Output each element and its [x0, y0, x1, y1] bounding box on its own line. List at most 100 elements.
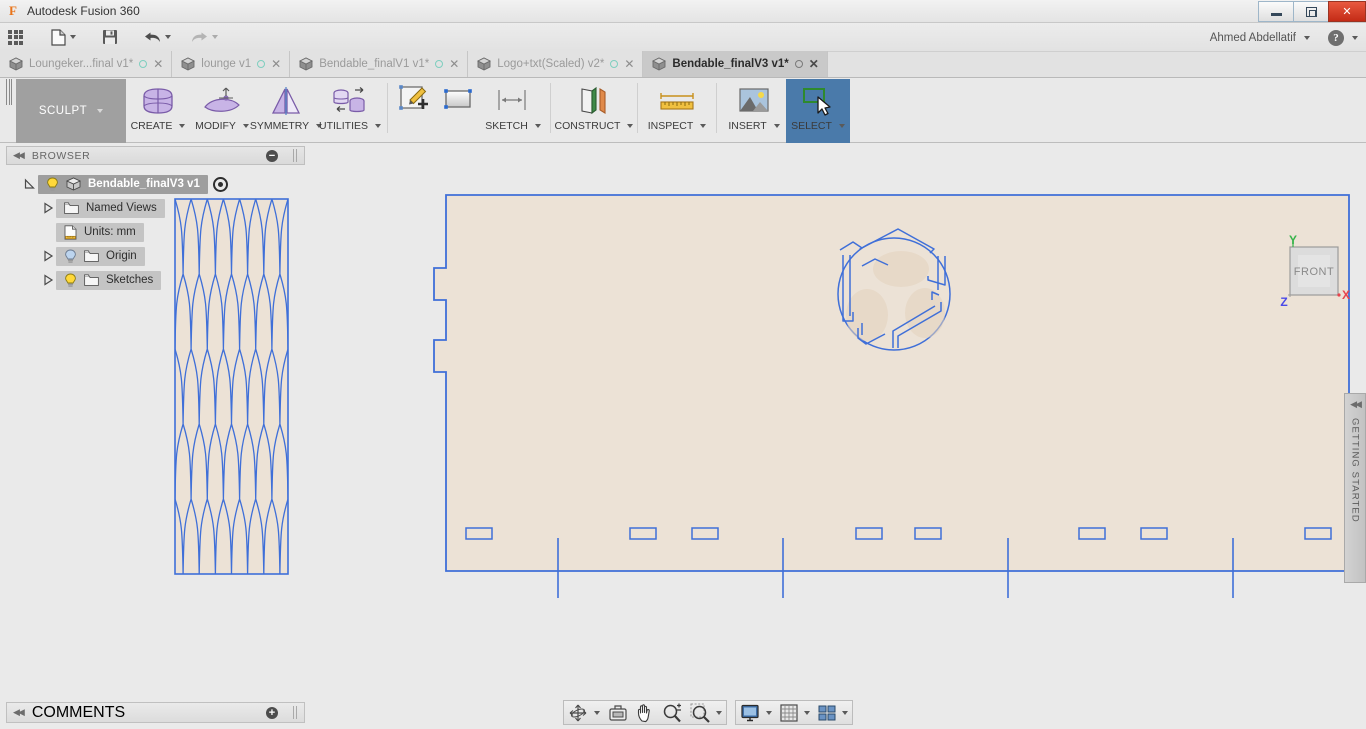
- add-comment-icon[interactable]: +: [266, 706, 278, 719]
- browser-tree-row[interactable]: Named Views: [6, 196, 305, 220]
- redo-dropdown-caret[interactable]: [212, 35, 218, 39]
- workspace-switcher[interactable]: SCULPT: [16, 79, 126, 143]
- document-tab-0[interactable]: Loungeker...final v1* ✕: [0, 51, 173, 77]
- create-button[interactable]: CREATE: [126, 79, 190, 143]
- display-icon: [741, 704, 759, 721]
- viewport-caret[interactable]: [842, 710, 848, 715]
- browser-item-origin[interactable]: Origin: [56, 246, 145, 266]
- new-tab-button[interactable]: [828, 51, 854, 77]
- undo-dropdown-caret[interactable]: [165, 35, 171, 39]
- symmetry-mirror-icon: [266, 84, 306, 118]
- document-status-icon[interactable]: [610, 60, 619, 68]
- document-status-icon[interactable]: [257, 60, 266, 68]
- browser-item-named-views[interactable]: Named Views: [56, 198, 165, 218]
- collapse-right-icon[interactable]: ◀◀: [1350, 399, 1362, 410]
- sketch-caret[interactable]: [534, 124, 541, 128]
- inspect-button[interactable]: INSPECT: [643, 79, 711, 143]
- construct-button[interactable]: CONSTRUCT: [555, 79, 634, 143]
- comments-resize-grip[interactable]: [293, 706, 298, 719]
- document-status-icon[interactable]: [139, 60, 148, 68]
- document-status-icon[interactable]: [794, 60, 803, 68]
- minimize-button[interactable]: [1258, 1, 1293, 22]
- ribbon-grip[interactable]: [6, 79, 13, 105]
- close-tab-icon[interactable]: ✕: [809, 58, 819, 70]
- close-tab-icon[interactable]: ✕: [449, 58, 459, 70]
- browser-item-bendable-finalv3-v1[interactable]: Bendable_finalV3 v1: [38, 174, 208, 194]
- user-name-label[interactable]: Ahmed Abdellatif: [1210, 32, 1296, 44]
- new-file-button[interactable]: [45, 23, 82, 52]
- insert-caret[interactable]: [773, 124, 780, 128]
- display-caret[interactable]: [766, 710, 772, 715]
- comments-collapse-icon[interactable]: ◀◀: [13, 707, 25, 718]
- app-grid-button[interactable]: [0, 23, 31, 52]
- zoom-button[interactable]: [658, 701, 686, 724]
- create-sketch-button[interactable]: [393, 79, 437, 143]
- view-cube[interactable]: FRONT Y X Z: [1272, 233, 1356, 315]
- browser-item-label: Named Views: [86, 202, 157, 214]
- browser-item-sketches[interactable]: Sketches: [56, 270, 162, 290]
- modify-caret[interactable]: [242, 124, 249, 128]
- help-icon[interactable]: ?: [1328, 29, 1344, 46]
- utilities-caret[interactable]: [375, 124, 381, 128]
- zoom-window-caret[interactable]: [716, 710, 722, 715]
- browser-resize-grip[interactable]: [293, 149, 298, 162]
- save-button[interactable]: [96, 23, 124, 52]
- orbit-button[interactable]: [564, 701, 604, 724]
- user-menu-caret[interactable]: [1304, 35, 1310, 40]
- close-button[interactable]: ✕: [1328, 1, 1366, 22]
- close-tab-icon[interactable]: ✕: [624, 58, 634, 70]
- visibility-bulb-icon[interactable]: [46, 177, 59, 191]
- visibility-bulb-icon[interactable]: [64, 249, 77, 263]
- workspace-caret[interactable]: [97, 109, 104, 113]
- inspect-caret[interactable]: [700, 124, 707, 128]
- new-file-dropdown-caret[interactable]: [70, 35, 76, 39]
- browser-tree-row[interactable]: Bendable_finalV3 v1: [6, 172, 305, 196]
- viewports-button[interactable]: [814, 701, 852, 724]
- insert-button[interactable]: INSERT: [722, 79, 786, 143]
- grid-snaps-button[interactable]: [776, 701, 814, 724]
- grid-caret[interactable]: [804, 710, 810, 715]
- document-tab-1[interactable]: lounge v1 ✕: [172, 51, 291, 77]
- utilities-button[interactable]: UTILITIES: [318, 79, 382, 143]
- restore-icon: [1305, 6, 1317, 17]
- browser-item-units-mm[interactable]: Units: mm: [56, 222, 144, 242]
- browser-tree-row[interactable]: Origin: [6, 244, 305, 268]
- display-settings-button[interactable]: [736, 701, 776, 724]
- redo-button[interactable]: [185, 23, 224, 52]
- document-tab-3[interactable]: Logo+txt(Scaled) v2* ✕: [468, 51, 644, 77]
- component-activate-icon[interactable]: [212, 176, 228, 192]
- rectangle-button[interactable]: [437, 79, 481, 143]
- collapse-arrow-icon[interactable]: [40, 274, 56, 286]
- help-menu-caret[interactable]: [1352, 35, 1358, 40]
- browser-tree-row[interactable]: Units: mm: [6, 220, 305, 244]
- restore-button[interactable]: [1293, 1, 1328, 22]
- symmetry-button[interactable]: SYMMETRY: [250, 79, 323, 143]
- create-label: CREATE: [130, 120, 173, 132]
- modify-button[interactable]: MODIFY: [190, 79, 254, 143]
- collapse-left-icon[interactable]: ◀◀: [13, 150, 25, 161]
- pan-button[interactable]: [632, 701, 658, 724]
- document-tab-2[interactable]: Bendable_finalV1 v1* ✕: [290, 51, 469, 77]
- new-file-icon: [51, 28, 66, 46]
- document-status-icon[interactable]: [435, 60, 444, 68]
- orbit-caret[interactable]: [594, 710, 600, 715]
- zoom-window-button[interactable]: [686, 701, 726, 724]
- select-button[interactable]: SELECT: [786, 79, 850, 143]
- collapse-arrow-icon[interactable]: [40, 202, 56, 214]
- close-tab-icon[interactable]: ✕: [153, 58, 163, 70]
- sketch-button[interactable]: SKETCH: [481, 79, 545, 143]
- create-caret[interactable]: [179, 124, 186, 128]
- minimize-panel-icon[interactable]: −: [266, 149, 278, 162]
- expand-arrow-icon[interactable]: [22, 178, 38, 190]
- document-tab-4[interactable]: Bendable_finalV3 v1* ✕: [643, 51, 828, 77]
- construct-caret[interactable]: [627, 124, 634, 128]
- select-caret[interactable]: [838, 124, 845, 128]
- collapse-arrow-icon[interactable]: [40, 250, 56, 262]
- browser-tree-row[interactable]: Sketches: [6, 268, 305, 292]
- close-tab-icon[interactable]: ✕: [271, 58, 281, 70]
- getting-started-rail[interactable]: ◀◀ GETTING STARTED: [1344, 393, 1366, 583]
- view-cube-face-label[interactable]: FRONT: [1294, 266, 1334, 278]
- look-at-button[interactable]: [604, 701, 632, 724]
- undo-button[interactable]: [138, 23, 177, 52]
- visibility-bulb-icon[interactable]: [64, 273, 77, 287]
